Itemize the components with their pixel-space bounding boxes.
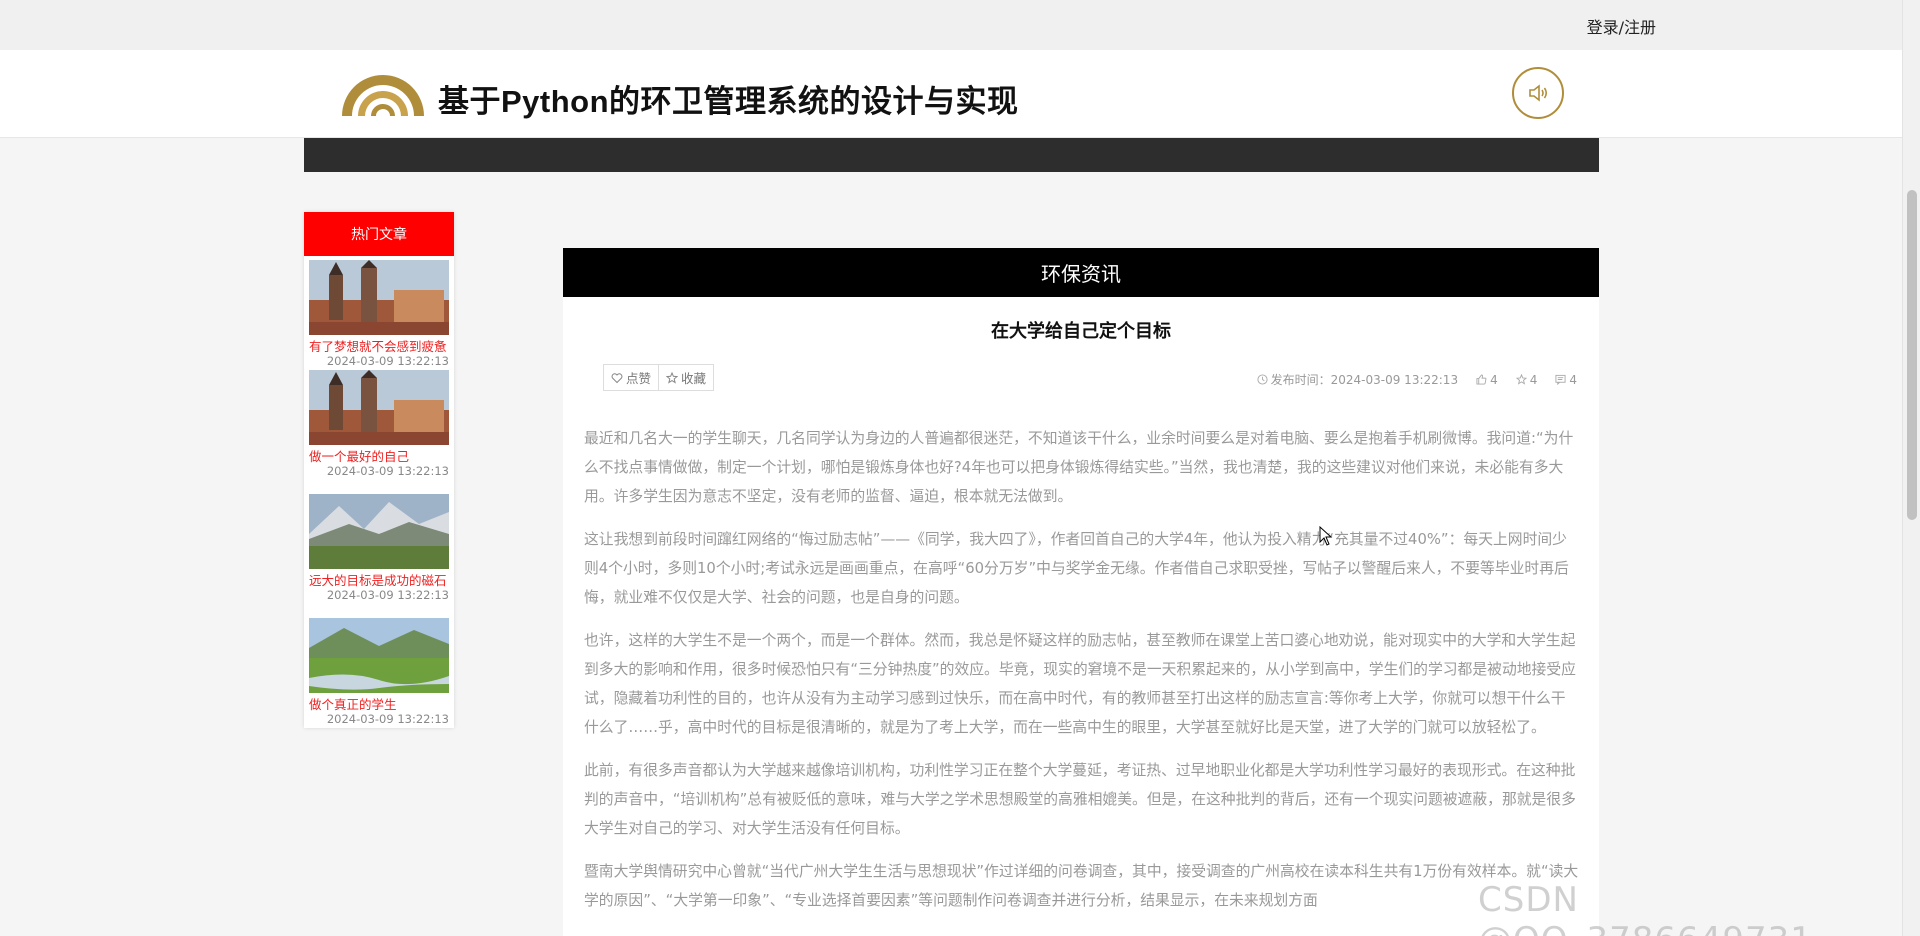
like-count-text: 4 [1490, 372, 1498, 387]
hot-article-date: 2024-03-09 13:22:13 [326, 588, 449, 602]
clock-icon [1257, 374, 1268, 385]
article-thumbnail [309, 494, 449, 569]
mouse-cursor-icon [1319, 526, 1333, 546]
article-paragraph: 也许，这样的大学生不是一个两个，而是一个群体。然而，我总是怀疑这样的励志帖，甚至… [584, 632, 1576, 736]
top-bar: 登录/注册 [0, 0, 1902, 50]
comment-count: 4 [1555, 373, 1577, 387]
star-icon [666, 371, 679, 384]
nav-bar [304, 138, 1599, 172]
favorite-button[interactable]: 收藏 [658, 365, 713, 390]
comment-count-text: 4 [1569, 372, 1577, 387]
site-title: 基于Python的环卫管理系统的设计与实现 [438, 84, 1019, 119]
hot-articles-sidebar: 热门文章 有了梦想就不会感到疲惫 2024-03-09 13:22:13 做一个… [304, 212, 454, 728]
article-thumbnail [309, 618, 449, 693]
logo-icon [342, 75, 424, 116]
scrollbar-thumb[interactable] [1907, 190, 1917, 520]
hot-article-date: 2024-03-09 13:22:13 [326, 712, 449, 726]
hot-article-item[interactable]: 有了梦想就不会感到疲惫 2024-03-09 13:22:13 [309, 260, 449, 368]
article-title: 在大学给自己定个目标 [991, 321, 1171, 342]
publish-time-text: 发布时间：2024-03-09 13:22:13 [1270, 373, 1459, 387]
publish-time: 发布时间：2024-03-09 13:22:13 [1257, 371, 1458, 388]
watermark: CSDN @QQ_3786649731 [1478, 880, 1812, 936]
hot-article-title[interactable]: 有了梦想就不会感到疲惫 [309, 340, 449, 354]
article-thumbnail [309, 370, 449, 445]
hot-article-item[interactable]: 做一个最好的自己 2024-03-09 13:22:13 [309, 370, 449, 478]
like-button[interactable]: 点赞 [604, 365, 658, 390]
article-paragraph: 此前，有很多声音都认为大学越来越像培训机构，功利性学习正在整个大学蔓延，考证热、… [584, 762, 1576, 837]
star-icon [1515, 374, 1527, 385]
page-scrollbar[interactable] [1902, 0, 1920, 936]
article-paragraph: 最近和几名大一的学生聊天，几名同学认为身边的人普遍都很迷茫，不知道该干什么，业余… [584, 430, 1574, 505]
favorite-label: 收藏 [681, 371, 707, 386]
heart-icon [611, 372, 623, 383]
hot-article-item[interactable]: 远大的目标是成功的磁石 2024-03-09 13:22:13 [309, 494, 449, 602]
article-actions: 点赞 收藏 [603, 364, 715, 391]
hot-article-item[interactable]: 做个真正的学生 2024-03-09 13:22:13 [309, 618, 449, 726]
hot-article-title[interactable]: 远大的目标是成功的磁石 [309, 574, 449, 588]
like-count: 4 [1476, 373, 1498, 387]
speaker-icon [1529, 84, 1548, 102]
article-meta: 发布时间：2024-03-09 13:22:13 4 4 4 [1257, 371, 1577, 388]
site-header: 基于Python的环卫管理系统的设计与实现 [0, 50, 1902, 138]
comment-icon [1555, 374, 1566, 385]
like-label: 点赞 [626, 371, 652, 386]
sidebar-heading: 热门文章 [304, 212, 454, 256]
favorite-count: 4 [1515, 372, 1538, 387]
article-paragraph: 暨南大学舆情研究中心曾就“当代广州大学生生活与思想现状”作过详细的问卷调查，其中… [584, 863, 1579, 909]
sound-toggle-button[interactable] [1512, 67, 1564, 119]
hot-article-title[interactable]: 做个真正的学生 [309, 698, 449, 712]
section-heading: 环保资讯 [563, 248, 1599, 297]
favorite-count-text: 4 [1529, 372, 1538, 387]
article-body: 最近和几名大一的学生聊天，几名同学认为身边的人普遍都很迷茫，不知道该干什么，业余… [584, 424, 1580, 929]
hot-article-title[interactable]: 做一个最好的自己 [309, 450, 449, 464]
article-panel: 环保资讯 在大学给自己定个目标 点赞 收藏 发布时间：2024-03-09 13… [563, 248, 1599, 936]
article-thumbnail [309, 260, 449, 335]
article-paragraph: 这让我想到前段时间蹿红网络的“悔过励志帖”——《同学，我大四了》，作者回首自己的… [584, 531, 1569, 606]
hot-article-date: 2024-03-09 13:22:13 [326, 354, 449, 368]
hot-article-date: 2024-03-09 13:22:13 [326, 464, 449, 478]
login-register-link[interactable]: 登录/注册 [1587, 14, 1656, 38]
thumbs-up-icon [1476, 374, 1487, 385]
